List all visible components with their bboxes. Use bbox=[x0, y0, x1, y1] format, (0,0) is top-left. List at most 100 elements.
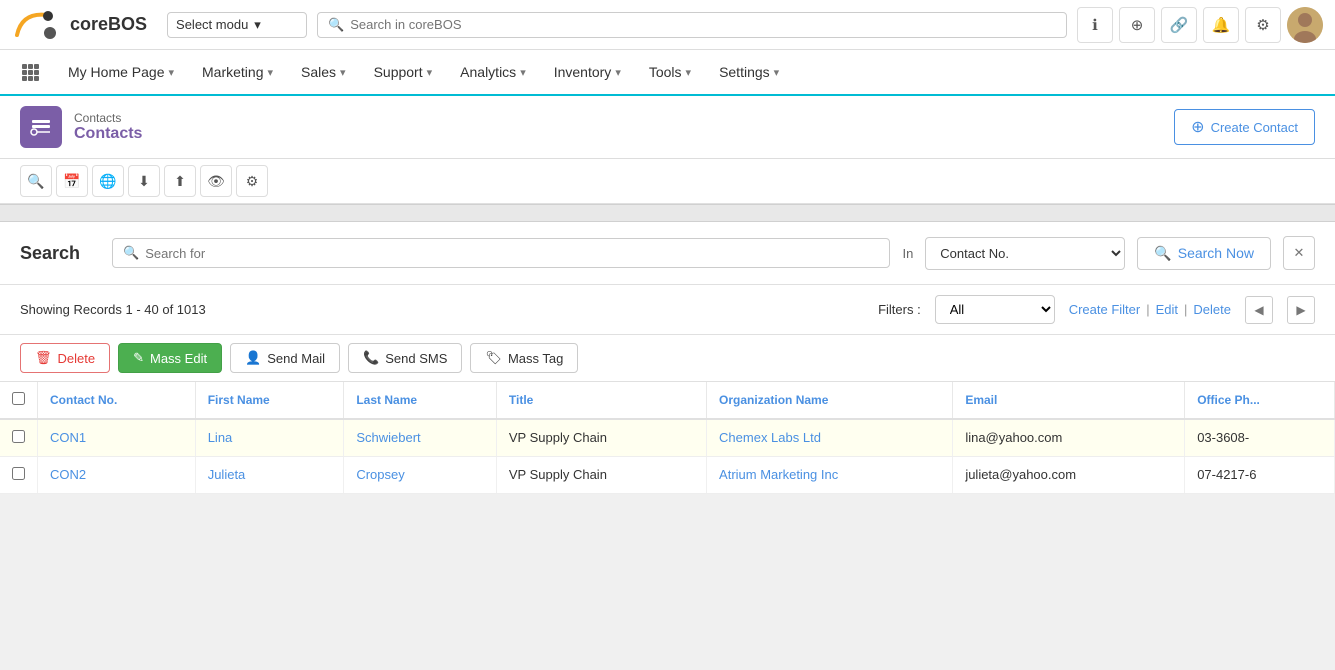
edit-filter-link[interactable]: Edit bbox=[1156, 302, 1178, 317]
module-select[interactable]: Select modu ▾ bbox=[167, 12, 307, 38]
select-all-checkbox[interactable] bbox=[12, 392, 25, 405]
download-toolbar-button[interactable]: ⬇ bbox=[128, 165, 160, 197]
col-org-name[interactable]: Organization Name bbox=[707, 382, 953, 419]
send-mail-button[interactable]: 👤 Send Mail bbox=[230, 343, 340, 373]
mass-edit-label: Mass Edit bbox=[150, 351, 207, 366]
row1-org-name: Chemex Labs Ltd bbox=[707, 419, 953, 457]
globe-toolbar-button[interactable]: 🌐 bbox=[92, 165, 124, 197]
nav-item-tools[interactable]: Tools ▾ bbox=[635, 49, 705, 95]
col-first-name[interactable]: First Name bbox=[195, 382, 344, 419]
settings-button[interactable]: ⚙ bbox=[1245, 7, 1281, 43]
col-last-name[interactable]: Last Name bbox=[344, 382, 497, 419]
nav-label-settings: Settings bbox=[719, 64, 770, 80]
row2-first-name-link[interactable]: Julieta bbox=[208, 467, 246, 482]
global-search-bar: 🔍 bbox=[317, 12, 1067, 38]
grid-icon[interactable] bbox=[12, 54, 48, 90]
col-office[interactable]: Office Ph... bbox=[1185, 382, 1335, 419]
page-nav-prev[interactable]: ◀ bbox=[1245, 296, 1273, 324]
upload-toolbar-button[interactable]: ⬆ bbox=[164, 165, 196, 197]
filter-dropdown[interactable]: All bbox=[935, 295, 1055, 324]
eye-toolbar-button[interactable]: 👁 bbox=[200, 165, 232, 197]
row1-org-name-link[interactable]: Chemex Labs Ltd bbox=[719, 430, 821, 445]
search-now-icon: 🔍 bbox=[1154, 245, 1171, 262]
avatar-img bbox=[1287, 7, 1323, 43]
nav-item-sales[interactable]: Sales ▾ bbox=[287, 49, 360, 95]
module-icon bbox=[20, 106, 62, 148]
row2-contact-no-link[interactable]: CON2 bbox=[50, 467, 86, 482]
add-button[interactable]: ⊕ bbox=[1119, 7, 1155, 43]
nav-item-home[interactable]: My Home Page ▾ bbox=[54, 49, 188, 95]
delete-icon: 🗑 bbox=[35, 350, 52, 366]
logo-area: coreBOS bbox=[12, 7, 147, 43]
delete-filter-link[interactable]: Delete bbox=[1193, 302, 1231, 317]
row1-email: lina@yahoo.com bbox=[953, 419, 1185, 457]
calendar-toolbar-button[interactable]: 📅 bbox=[56, 165, 88, 197]
app-name: coreBOS bbox=[70, 14, 147, 35]
row1-first-name: Lina bbox=[195, 419, 344, 457]
search-input[interactable] bbox=[145, 246, 879, 261]
navbar: My Home Page ▾ Marketing ▾ Sales ▾ Suppo… bbox=[0, 50, 1335, 96]
send-sms-label: Send SMS bbox=[385, 351, 447, 366]
row1-checkbox[interactable] bbox=[12, 430, 25, 443]
chevron-tools: ▾ bbox=[686, 66, 692, 79]
contacts-table: Contact No. First Name Last Name Title O… bbox=[0, 382, 1335, 494]
info-button[interactable]: ℹ bbox=[1077, 7, 1113, 43]
page-nav-next[interactable]: ▶ bbox=[1287, 296, 1315, 324]
row1-last-name-link[interactable]: Schwiebert bbox=[356, 430, 420, 445]
col-title[interactable]: Title bbox=[496, 382, 706, 419]
search-in-dropdown[interactable]: Contact No. First Name Last Name Email P… bbox=[925, 237, 1125, 270]
chevron-analytics: ▾ bbox=[520, 66, 526, 79]
actions-row: 🗑 Delete ✎ Mass Edit 👤 Send Mail 📞 Send … bbox=[0, 335, 1335, 382]
row2-last-name-link[interactable]: Cropsey bbox=[356, 467, 404, 482]
send-mail-label: Send Mail bbox=[267, 351, 325, 366]
row1-first-name-link[interactable]: Lina bbox=[208, 430, 233, 445]
chevron-settings: ▾ bbox=[774, 66, 780, 79]
search-toolbar-button[interactable]: 🔍 bbox=[20, 165, 52, 197]
send-mail-icon: 👤 bbox=[245, 350, 261, 366]
gear-toolbar-button[interactable]: ⚙ bbox=[236, 165, 268, 197]
row2-org-name-link[interactable]: Atrium Marketing Inc bbox=[719, 467, 838, 482]
global-search-input[interactable] bbox=[350, 17, 1056, 32]
avatar[interactable] bbox=[1287, 7, 1323, 43]
filter-separator-2: | bbox=[1184, 302, 1187, 317]
module-select-chevron: ▾ bbox=[254, 17, 261, 33]
nav-item-support[interactable]: Support ▾ bbox=[360, 49, 447, 95]
create-contact-button[interactable]: ⊕ Create Contact bbox=[1174, 109, 1315, 145]
delete-button[interactable]: 🗑 Delete bbox=[20, 343, 110, 373]
nav-item-inventory[interactable]: Inventory ▾ bbox=[540, 49, 635, 95]
filter-links: Create Filter | Edit | Delete bbox=[1069, 302, 1231, 317]
col-email[interactable]: Email bbox=[953, 382, 1185, 419]
module-select-text: Select modu bbox=[176, 17, 248, 32]
search-input-icon: 🔍 bbox=[123, 245, 139, 261]
mass-edit-button[interactable]: ✎ Mass Edit bbox=[118, 343, 222, 373]
clear-search-button[interactable]: ✕ bbox=[1283, 236, 1315, 270]
nav-item-settings[interactable]: Settings ▾ bbox=[705, 49, 793, 95]
link-button[interactable]: 🔗 bbox=[1161, 7, 1197, 43]
mass-tag-button[interactable]: 🏷 Mass Tag bbox=[470, 343, 578, 373]
notifications-button[interactable]: 🔔 bbox=[1203, 7, 1239, 43]
col-last-name-label: Last Name bbox=[356, 393, 417, 407]
nav-item-analytics[interactable]: Analytics ▾ bbox=[446, 49, 540, 95]
row2-office: 07-4217-6 bbox=[1185, 457, 1335, 494]
row1-contact-no-link[interactable]: CON1 bbox=[50, 430, 86, 445]
breadcrumb-area: Contacts Contacts bbox=[20, 106, 142, 148]
col-contact-no[interactable]: Contact No. bbox=[38, 382, 196, 419]
nav-label-support: Support bbox=[374, 64, 423, 80]
col-check bbox=[0, 382, 38, 419]
search-now-label: Search Now bbox=[1178, 245, 1254, 261]
nav-label-inventory: Inventory bbox=[554, 64, 612, 80]
nav-label-home: My Home Page bbox=[68, 64, 164, 80]
create-contact-label: Create Contact bbox=[1211, 120, 1298, 135]
row2-last-name: Cropsey bbox=[344, 457, 497, 494]
search-label: Search bbox=[20, 243, 100, 264]
create-contact-plus-icon: ⊕ bbox=[1191, 117, 1204, 137]
create-filter-link[interactable]: Create Filter bbox=[1069, 302, 1141, 317]
row2-contact-no: CON2 bbox=[38, 457, 196, 494]
chevron-marketing: ▾ bbox=[267, 66, 273, 79]
nav-item-marketing[interactable]: Marketing ▾ bbox=[188, 49, 287, 95]
row1-last-name: Schwiebert bbox=[344, 419, 497, 457]
row2-checkbox[interactable] bbox=[12, 467, 25, 480]
search-now-button[interactable]: 🔍 Search Now bbox=[1137, 237, 1271, 270]
row1-office: 03-3608- bbox=[1185, 419, 1335, 457]
send-sms-button[interactable]: 📞 Send SMS bbox=[348, 343, 462, 373]
